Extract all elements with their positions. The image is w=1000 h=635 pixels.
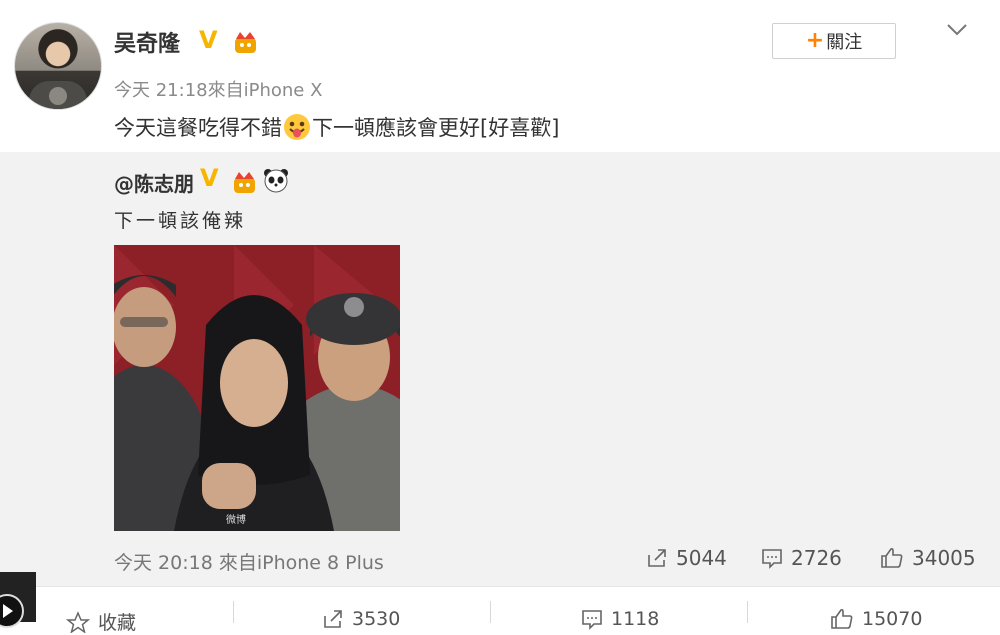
repost-like-value: 34005	[912, 546, 976, 570]
share-button[interactable]: 3530	[322, 608, 400, 630]
plus-icon: +	[805, 28, 825, 53]
repost-photo[interactable]: 微博	[114, 245, 400, 531]
post-meta: 今天 21:18來自iPhone X	[114, 76, 322, 102]
footer-divider	[490, 601, 491, 623]
repost-author[interactable]: @陈志朋	[114, 168, 194, 197]
repost-share-value: 5044	[676, 546, 727, 570]
post-text-part-1: 今天這餐吃得不錯	[114, 116, 282, 140]
repost-member-crown-icon	[234, 172, 255, 193]
repost-share-count[interactable]: 5044	[646, 546, 727, 570]
share-value: 3530	[352, 608, 401, 630]
footer-divider	[747, 601, 748, 623]
member-crown-icon	[235, 32, 256, 53]
post-source: 來自iPhone X	[207, 80, 323, 101]
author-name[interactable]: 吴奇隆	[114, 26, 180, 58]
post-text: 今天這餐吃得不錯 下一頓應該會更好[好喜歡]	[114, 112, 559, 142]
verified-v-icon: V	[199, 26, 218, 54]
repost-verified-v-icon: V	[200, 164, 219, 192]
post-time[interactable]: 今天 21:18	[114, 80, 208, 101]
tongue-emoji-icon	[284, 114, 310, 140]
play-icon	[0, 594, 24, 628]
author-avatar[interactable]	[14, 22, 102, 110]
comment-value: 1118	[611, 608, 660, 630]
repost-comment-value: 2726	[791, 546, 842, 570]
share-icon	[324, 610, 342, 628]
video-thumbnail[interactable]	[0, 572, 36, 628]
comment-icon	[582, 610, 602, 630]
repost-like-count[interactable]: 34005	[880, 546, 976, 570]
panda-badge-icon	[264, 169, 288, 193]
comment-icon	[762, 549, 782, 569]
selfie-photo-image: 微博	[114, 245, 400, 531]
chevron-down-icon[interactable]	[946, 22, 968, 38]
follow-label: 關注	[826, 32, 863, 53]
comment-button[interactable]: 1118	[581, 608, 659, 630]
like-button[interactable]: 15070	[830, 608, 922, 630]
post-text-part-2: 下一頓應該會更好[好喜歡]	[312, 116, 560, 140]
follow-button[interactable]: + 關注	[772, 23, 896, 59]
repost-meta: 今天 20:18 來自iPhone 8 Plus	[114, 552, 384, 574]
repost-comment-count[interactable]: 2726	[761, 546, 842, 570]
svg-text:微博: 微博	[226, 513, 246, 526]
thumbs-up-icon	[831, 608, 853, 629]
footer-divider	[233, 601, 234, 623]
repost-text: 下一頓該俺辣	[114, 210, 247, 232]
like-value: 15070	[862, 608, 923, 630]
thumbs-up-icon	[881, 547, 903, 568]
share-icon	[648, 549, 666, 567]
